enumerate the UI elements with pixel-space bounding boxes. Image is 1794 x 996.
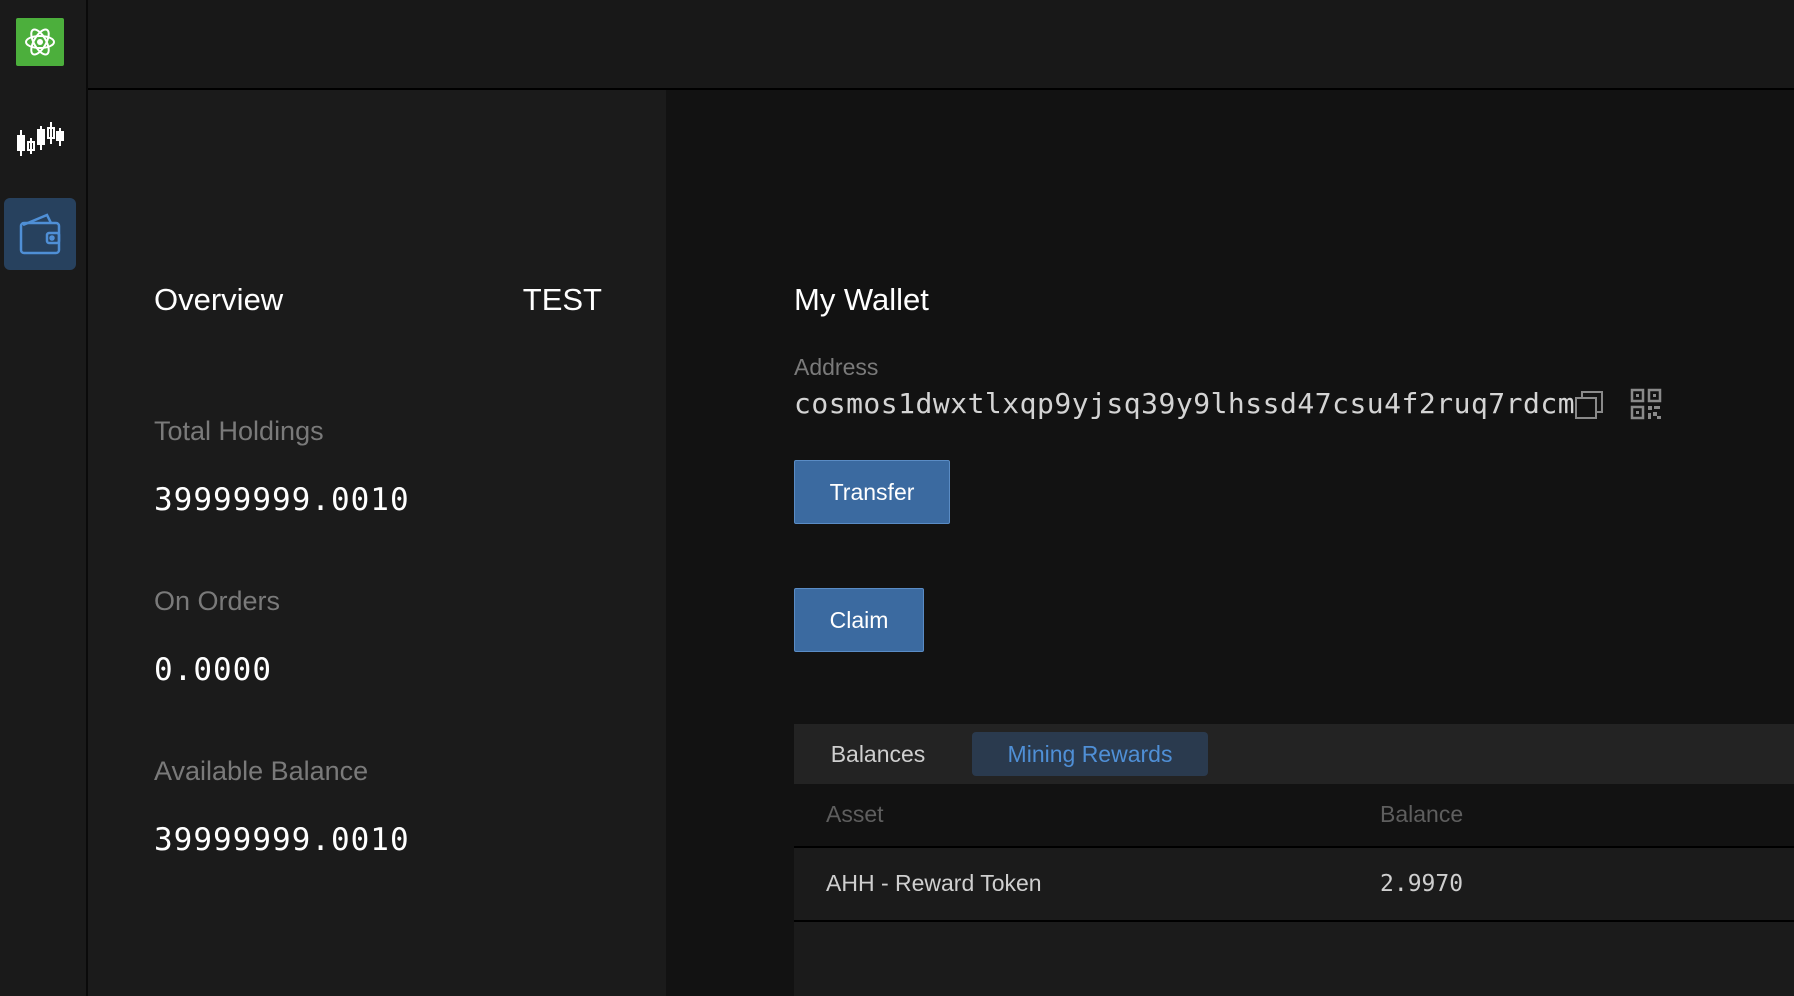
available-balance-label: Available Balance — [154, 756, 369, 786]
tab-mining-rewards[interactable]: Mining Rewards — [972, 732, 1208, 776]
column-header-asset: Asset — [826, 801, 884, 827]
table-header: Asset Balance — [794, 784, 1794, 848]
tab-balances[interactable]: Balances — [814, 732, 942, 776]
claim-button[interactable]: Claim — [794, 588, 924, 652]
network-label: TEST — [522, 282, 602, 317]
sidebar-item-trade[interactable] — [4, 102, 76, 174]
balance-cell: 2.9970 — [1380, 871, 1464, 897]
qr-code-icon[interactable] — [1630, 388, 1662, 420]
overview-panel: Overview TEST Total Holdings 39999999.00… — [88, 90, 666, 996]
copy-icon[interactable] — [1574, 390, 1604, 420]
atom-logo-icon[interactable] — [16, 18, 64, 66]
available-balance-value: 39999999.0010 — [154, 822, 410, 858]
balances-panel: Balances Mining Rewards Asset Balance AH… — [794, 724, 1794, 996]
top-bar — [88, 0, 1794, 90]
table-row[interactable]: AHH - Reward Token 2.9970 — [794, 848, 1794, 922]
wallet-icon — [19, 213, 61, 255]
wallet-main: My Wallet Address cosmos1dwxtlxqp9yjsq39… — [666, 90, 1794, 996]
total-holdings-value: 39999999.0010 — [154, 482, 410, 518]
page-title: My Wallet — [794, 282, 929, 317]
total-holdings-label: Total Holdings — [154, 416, 324, 446]
on-orders-value: 0.0000 — [154, 652, 272, 688]
column-header-balance: Balance — [1380, 801, 1464, 827]
tab-bar: Balances Mining Rewards — [794, 724, 1794, 784]
asset-cell: AHH - Reward Token — [826, 870, 1042, 896]
transfer-button[interactable]: Transfer — [794, 460, 950, 524]
candlestick-chart-icon — [17, 122, 64, 156]
overview-title: Overview — [154, 282, 284, 317]
sidebar — [0, 0, 88, 996]
on-orders-label: On Orders — [154, 586, 281, 616]
sidebar-item-wallet[interactable] — [4, 198, 76, 270]
address-label: Address — [794, 354, 879, 380]
address-value: cosmos1dwxtlxqp9yjsq39y9lhssd47csu4f2ruq… — [794, 387, 1576, 420]
